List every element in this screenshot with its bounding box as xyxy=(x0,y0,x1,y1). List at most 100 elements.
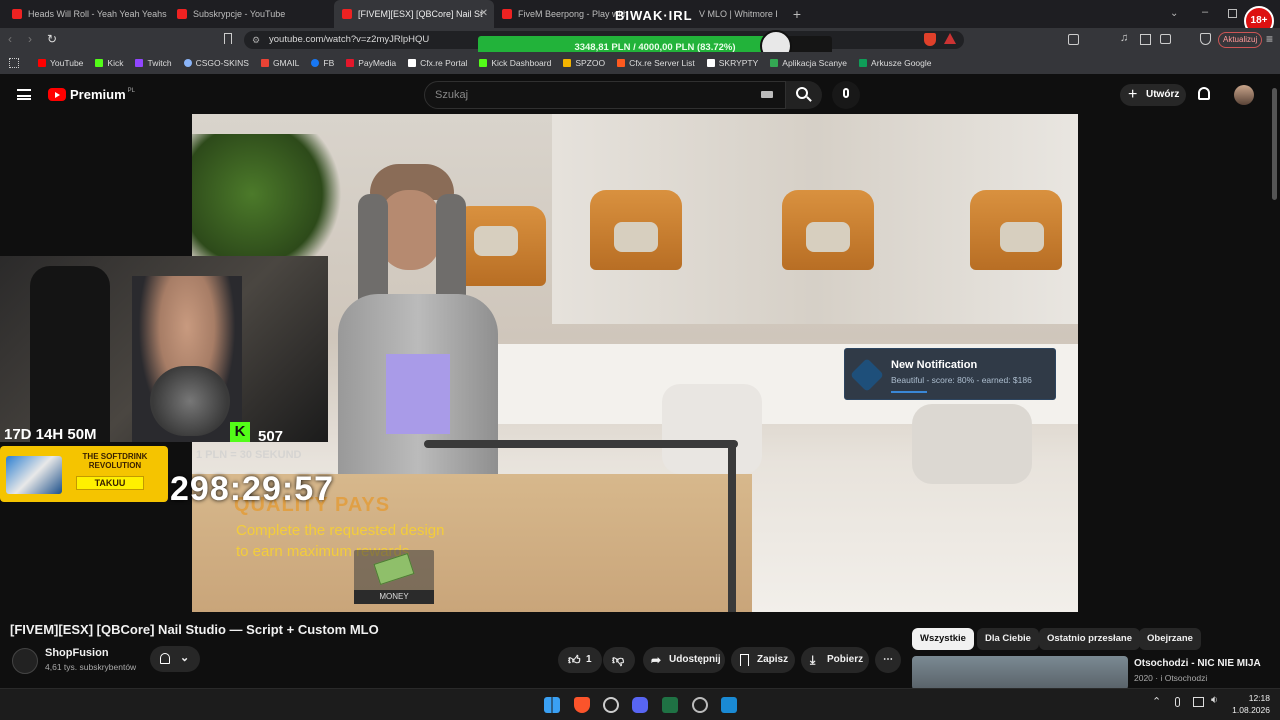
bookmark-item[interactable]: YouTube xyxy=(38,58,83,68)
excel-icon[interactable] xyxy=(662,697,678,713)
browser-tab-active[interactable]: [FIVEM][ESX] [QBCore] Nail St ✕ xyxy=(334,0,494,28)
browser-tab[interactable]: Heads Will Roll - Yeah Yeah Yeahs (Ly xyxy=(4,0,169,28)
sidebar-icon[interactable] xyxy=(1140,34,1151,45)
back-icon[interactable]: ‹ xyxy=(8,32,12,46)
menu-icon[interactable]: ≡ xyxy=(1266,32,1273,46)
bookmark-item[interactable]: FB xyxy=(311,58,334,68)
windows-start-icon[interactable] xyxy=(544,697,560,713)
microphone-icon xyxy=(843,88,849,98)
bookmark-item[interactable]: Kick Dashboard xyxy=(479,58,551,68)
tab-title: FiveM Beerpong - Play with xyxy=(518,9,629,19)
keyboard-icon[interactable] xyxy=(761,91,773,98)
bookmark-item[interactable]: PayMedia xyxy=(346,58,396,68)
channel-name[interactable]: ShopFusion xyxy=(45,647,109,659)
bookmark-label: SPZOO xyxy=(575,58,606,68)
media-icon[interactable]: ♫ xyxy=(1120,32,1128,44)
brave-browser-icon[interactable] xyxy=(574,697,590,713)
voice-search-button[interactable] xyxy=(832,81,860,109)
donation-rate-text: 1 PLN = 30 SEKUND xyxy=(196,449,302,461)
recommended-video-title[interactable]: Otsochodzi - NIC NIE MIJA xyxy=(1134,658,1261,669)
money-label: MONEY xyxy=(354,590,434,604)
share-button[interactable]: ➦ Udostępnij xyxy=(643,647,725,673)
bookmark-item[interactable]: CSGO-SKINS xyxy=(183,58,249,68)
channel-avatar[interactable] xyxy=(12,648,38,674)
save-button[interactable]: Zapisz xyxy=(731,647,795,673)
bookmark-item[interactable]: Twitch xyxy=(135,58,172,68)
bookmark-label: Twitch xyxy=(147,58,172,68)
bookmark-icon[interactable] xyxy=(224,33,232,44)
microphone-tray-icon[interactable] xyxy=(1175,697,1180,707)
bookmark-item[interactable]: Cfx.re Portal xyxy=(408,58,467,68)
vpn-icon[interactable] xyxy=(1200,33,1211,45)
taskbar-clock-date[interactable]: 1.08.2026 xyxy=(1220,705,1270,715)
bookmark-label: Cfx.re Portal xyxy=(420,58,468,68)
bookmark-label: Kick Dashboard xyxy=(491,58,552,68)
notifications-bell-icon[interactable] xyxy=(1198,87,1210,100)
bookmark-item[interactable]: SPZOO xyxy=(563,58,605,68)
site-info-icon[interactable]: ⚙ xyxy=(252,31,260,49)
bookmark-label: SKRYPTY xyxy=(718,58,759,68)
wallet-icon[interactable] xyxy=(1160,34,1171,44)
chip-watched[interactable]: Obejrzane xyxy=(1139,628,1201,650)
table-lamp-pole xyxy=(728,444,736,612)
bookmark-label: Cfx.re Server List xyxy=(629,58,695,68)
youtube-logo[interactable]: Premium PL xyxy=(48,87,135,102)
donation-brand: BIWAK·IRL xyxy=(615,8,693,23)
chip-recently-uploaded[interactable]: Ostatnio przesłane xyxy=(1039,628,1140,650)
page-scrollbar[interactable] xyxy=(1272,88,1277,200)
more-actions-button[interactable]: ⋯ xyxy=(875,647,901,673)
bookmark-item[interactable]: GMAIL xyxy=(260,58,299,68)
restore-icon[interactable] xyxy=(1228,9,1237,18)
subscribed-bell-button[interactable]: ⌄ xyxy=(150,646,200,672)
update-button[interactable]: Aktualizuj xyxy=(1218,32,1263,48)
share-icon: ➦ xyxy=(651,653,662,667)
bookmark-item[interactable]: Cfx.re Server List xyxy=(617,58,695,68)
sheets-icon xyxy=(859,59,868,67)
browser-app-icon[interactable] xyxy=(603,697,619,713)
bookmark-item[interactable]: Arkusze Google xyxy=(859,58,932,68)
youtube-play-icon xyxy=(48,88,66,101)
create-button[interactable]: + Utwórz xyxy=(1120,84,1186,106)
app-icon[interactable] xyxy=(692,697,708,713)
apps-grid-icon[interactable] xyxy=(9,58,19,68)
info-icon xyxy=(850,358,884,392)
bookmark-item[interactable]: Kick xyxy=(95,58,123,68)
tray-chevron-icon[interactable]: ⌃ xyxy=(1152,695,1161,708)
taskbar-clock-time[interactable]: 12:18 xyxy=(1220,693,1270,703)
network-icon[interactable] xyxy=(1193,697,1204,707)
minimize-icon[interactable]: – xyxy=(1202,6,1208,18)
globe-icon xyxy=(183,59,192,67)
search-button[interactable] xyxy=(786,81,822,109)
reload-icon[interactable]: ↻ xyxy=(47,32,57,46)
like-button[interactable]: 👍︎ 1 xyxy=(558,647,602,673)
bookmark-item[interactable]: Aplikacja Scanye xyxy=(770,58,847,68)
extensions-icon[interactable] xyxy=(1068,34,1079,45)
recommended-video-thumbnail[interactable] xyxy=(912,656,1128,690)
forward-icon[interactable]: › xyxy=(28,32,32,46)
pedicure-seat xyxy=(662,384,762,474)
account-avatar[interactable] xyxy=(1234,85,1254,105)
browser-tab[interactable]: Subskrypcje - YouTube xyxy=(169,0,334,28)
youtube-favicon-icon xyxy=(177,9,187,19)
vscode-icon[interactable] xyxy=(721,697,737,713)
chip-all[interactable]: Wszystkie xyxy=(912,628,974,650)
bookmark-label: CSGO-SKINS xyxy=(195,58,249,68)
hamburger-menu-icon[interactable] xyxy=(17,89,31,100)
new-tab-button[interactable]: + xyxy=(787,6,807,22)
close-icon[interactable]: ✕ xyxy=(480,8,488,19)
brave-shield-icon[interactable] xyxy=(924,33,936,46)
download-button[interactable]: ⤓ Pobierz xyxy=(801,647,869,673)
rewards-icon[interactable] xyxy=(944,33,956,44)
save-bookmark-icon xyxy=(740,654,749,666)
search-input[interactable]: Szukaj xyxy=(424,81,786,109)
notification-title: New Notification xyxy=(891,359,978,371)
bookmark-item[interactable]: SKRYPTY xyxy=(706,58,759,68)
chip-for-you[interactable]: Dla Ciebie xyxy=(977,628,1039,650)
kick-logo-icon: K xyxy=(230,422,250,442)
dislike-button[interactable]: 👎︎ xyxy=(603,647,635,673)
volume-icon[interactable]: 🔉︎ xyxy=(1211,694,1218,707)
discord-icon[interactable] xyxy=(632,697,648,713)
chair-pillow xyxy=(1000,222,1044,252)
recommended-video-meta: 2020 · i Otsochodzi xyxy=(1134,673,1208,683)
tab-search-icon[interactable]: ⌄ xyxy=(1170,8,1178,19)
